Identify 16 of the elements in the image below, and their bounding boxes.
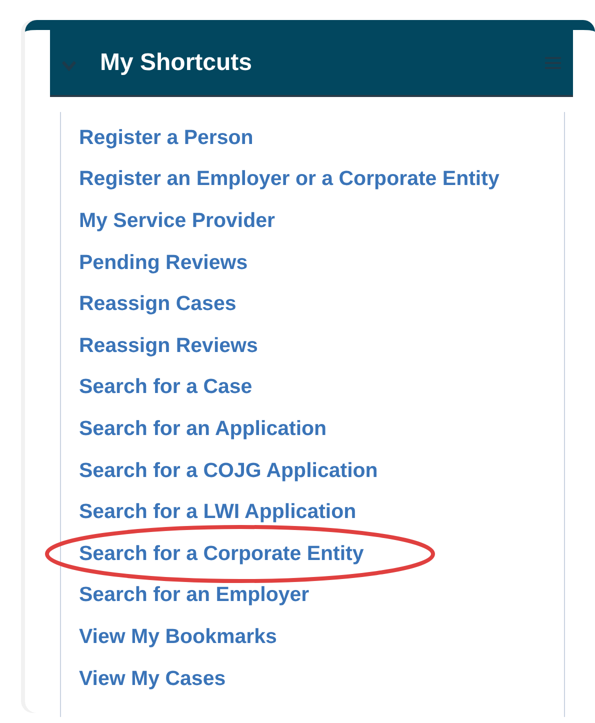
shortcut-link[interactable]: View My Cases [79,666,226,691]
shortcut-link[interactable]: Reassign Cases [79,292,236,316]
chevron-icon [62,60,76,70]
shortcut-link[interactable]: Search for a LWI Application [79,500,356,524]
shortcut-link[interactable]: My Service Provider [79,208,275,233]
shortcut-link[interactable]: Reassign Reviews [79,334,258,358]
shortcut-link[interactable]: Search for an Employer [79,583,310,608]
menu-icon [545,56,561,68]
shortcut-link[interactable]: Search for a COJG Application [79,458,378,483]
shortcut-link[interactable]: Search for a Case [79,375,252,400]
panel-title: My Shortcuts [100,48,254,76]
shortcut-link[interactable]: Register an Employer or a Corporate Entity [79,167,500,192]
shortcut-link[interactable]: View My Bookmarks [79,624,277,649]
shortcut-link[interactable]: Search for an Application [79,416,327,441]
shortcut-link[interactable]: Register a Person [79,126,254,150]
shortcut-link[interactable]: Pending Reviews [79,250,248,275]
